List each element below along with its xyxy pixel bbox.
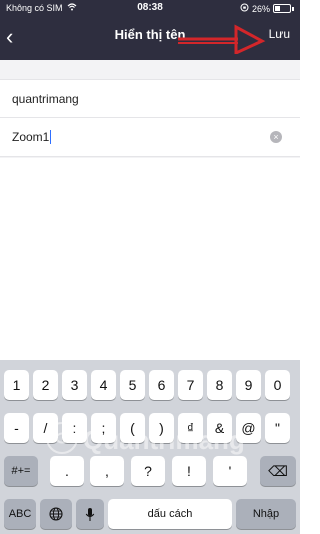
text-caret: [50, 130, 52, 144]
key-6[interactable]: 6: [149, 370, 174, 400]
key-5[interactable]: 5: [120, 370, 145, 400]
key-close-paren[interactable]: ): [149, 413, 174, 443]
top-header: Không có SIM 08:38 26% ‹ Hiển thị tên Lư…: [0, 0, 300, 60]
save-button[interactable]: Lưu: [269, 27, 290, 41]
globe-icon[interactable]: [40, 499, 72, 529]
key-hyphen[interactable]: -: [4, 413, 29, 443]
display-name-field[interactable]: Zoom1 ×: [0, 118, 300, 157]
abc-key[interactable]: ABC: [4, 499, 36, 529]
space-key[interactable]: dấu cách: [108, 499, 232, 529]
key-colon[interactable]: :: [62, 413, 87, 443]
key-question[interactable]: ?: [131, 456, 165, 486]
battery-percent: 26%: [251, 3, 270, 14]
key-7[interactable]: 7: [178, 370, 203, 400]
nav-bar: ‹ Hiển thị tên Lưu: [0, 18, 300, 60]
key-quote[interactable]: ": [265, 413, 290, 443]
battery-icon: [273, 4, 291, 13]
key-apostrophe[interactable]: ': [213, 456, 247, 486]
display-name-value-wrap: Zoom1: [12, 130, 52, 144]
symbols-toggle-key[interactable]: #+=: [4, 456, 38, 486]
status-right: 26%: [240, 3, 294, 14]
key-ampersand[interactable]: &: [207, 413, 232, 443]
key-1[interactable]: 1: [4, 370, 29, 400]
display-name-value: Zoom1: [12, 130, 50, 144]
key-3[interactable]: 3: [62, 370, 87, 400]
key-2[interactable]: 2: [33, 370, 58, 400]
empty-area: [0, 158, 300, 360]
key-at[interactable]: @: [236, 413, 261, 443]
battery-tip-icon: [292, 6, 294, 11]
key-semicolon[interactable]: ;: [91, 413, 116, 443]
key-9[interactable]: 9: [236, 370, 261, 400]
key-open-paren[interactable]: (: [120, 413, 145, 443]
key-slash[interactable]: /: [33, 413, 58, 443]
key-0[interactable]: 0: [265, 370, 290, 400]
orientation-lock-icon: [240, 3, 249, 14]
key-4[interactable]: 4: [91, 370, 116, 400]
backspace-icon[interactable]: ⌫: [260, 456, 296, 486]
clear-text-icon[interactable]: ×: [270, 131, 282, 143]
key-dong[interactable]: ₫: [178, 413, 203, 443]
key-comma[interactable]: ,: [90, 456, 124, 486]
key-8[interactable]: 8: [207, 370, 232, 400]
key-exclamation[interactable]: !: [172, 456, 206, 486]
first-name-field[interactable]: quantrimang: [0, 79, 300, 118]
microphone-icon[interactable]: [76, 499, 104, 529]
numeric-keyboard: 1 2 3 4 5 6 7 8 9 0 - / : ; ( ) ₫ & @ " …: [0, 360, 300, 534]
key-period[interactable]: .: [50, 456, 84, 486]
form-area: quantrimang Zoom1 ×: [0, 60, 300, 360]
return-key[interactable]: Nhập: [236, 499, 296, 529]
annotation-arrow-icon: [178, 24, 266, 54]
status-bar: Không có SIM 08:38 26%: [0, 0, 300, 18]
first-name-value: quantrimang: [12, 92, 79, 106]
